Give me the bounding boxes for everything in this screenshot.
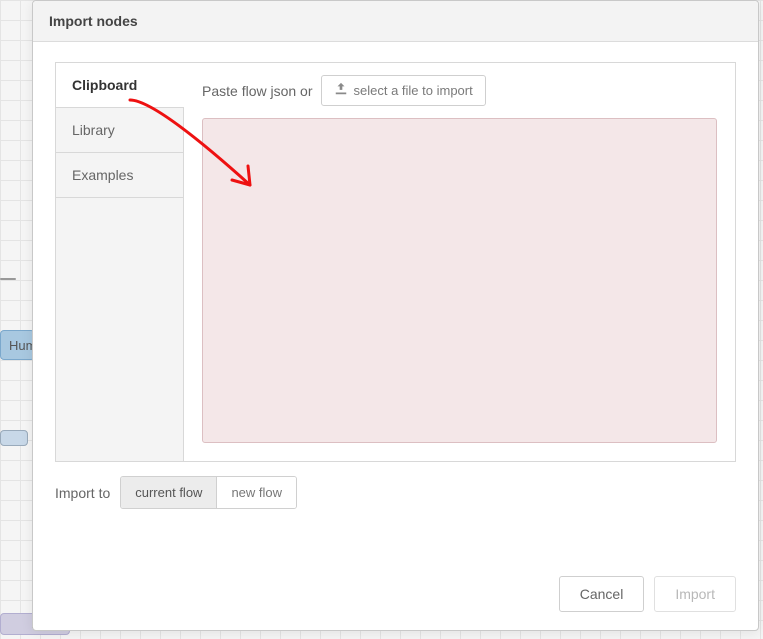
source-tabs: Clipboard Library Examples bbox=[56, 63, 184, 461]
select-file-label: select a file to import bbox=[354, 83, 473, 98]
import-dialog: Import nodes Clipboard Library Examples … bbox=[32, 0, 759, 631]
import-panel: Clipboard Library Examples Paste flow js… bbox=[55, 62, 736, 462]
target-current-flow[interactable]: current flow bbox=[121, 477, 216, 508]
clipboard-pane: Paste flow json or select a file to impo… bbox=[184, 63, 735, 461]
tab-examples[interactable]: Examples bbox=[56, 153, 183, 198]
import-target-row: Import to current flow new flow bbox=[55, 476, 736, 509]
tab-clipboard[interactable]: Clipboard bbox=[56, 63, 183, 108]
cancel-button[interactable]: Cancel bbox=[559, 576, 645, 612]
import-to-label: Import to bbox=[55, 485, 110, 501]
select-file-button[interactable]: select a file to import bbox=[321, 75, 486, 106]
paste-instruction-row: Paste flow json or select a file to impo… bbox=[202, 75, 717, 106]
paste-instruction-text: Paste flow json or bbox=[202, 83, 313, 99]
dialog-title: Import nodes bbox=[33, 1, 758, 42]
import-button[interactable]: Import bbox=[654, 576, 736, 612]
bg-wire bbox=[0, 430, 28, 446]
flow-json-textarea[interactable] bbox=[202, 118, 717, 443]
tab-library[interactable]: Library bbox=[56, 108, 183, 153]
upload-icon bbox=[334, 82, 348, 99]
tabs-filler bbox=[56, 198, 183, 461]
target-new-flow[interactable]: new flow bbox=[216, 477, 296, 508]
bg-wire bbox=[0, 278, 16, 280]
dialog-body: Clipboard Library Examples Paste flow js… bbox=[33, 42, 758, 566]
import-target-segmented: current flow new flow bbox=[120, 476, 297, 509]
bg-node-humidity: Humi bbox=[0, 330, 35, 360]
dialog-footer: Cancel Import bbox=[33, 566, 758, 630]
